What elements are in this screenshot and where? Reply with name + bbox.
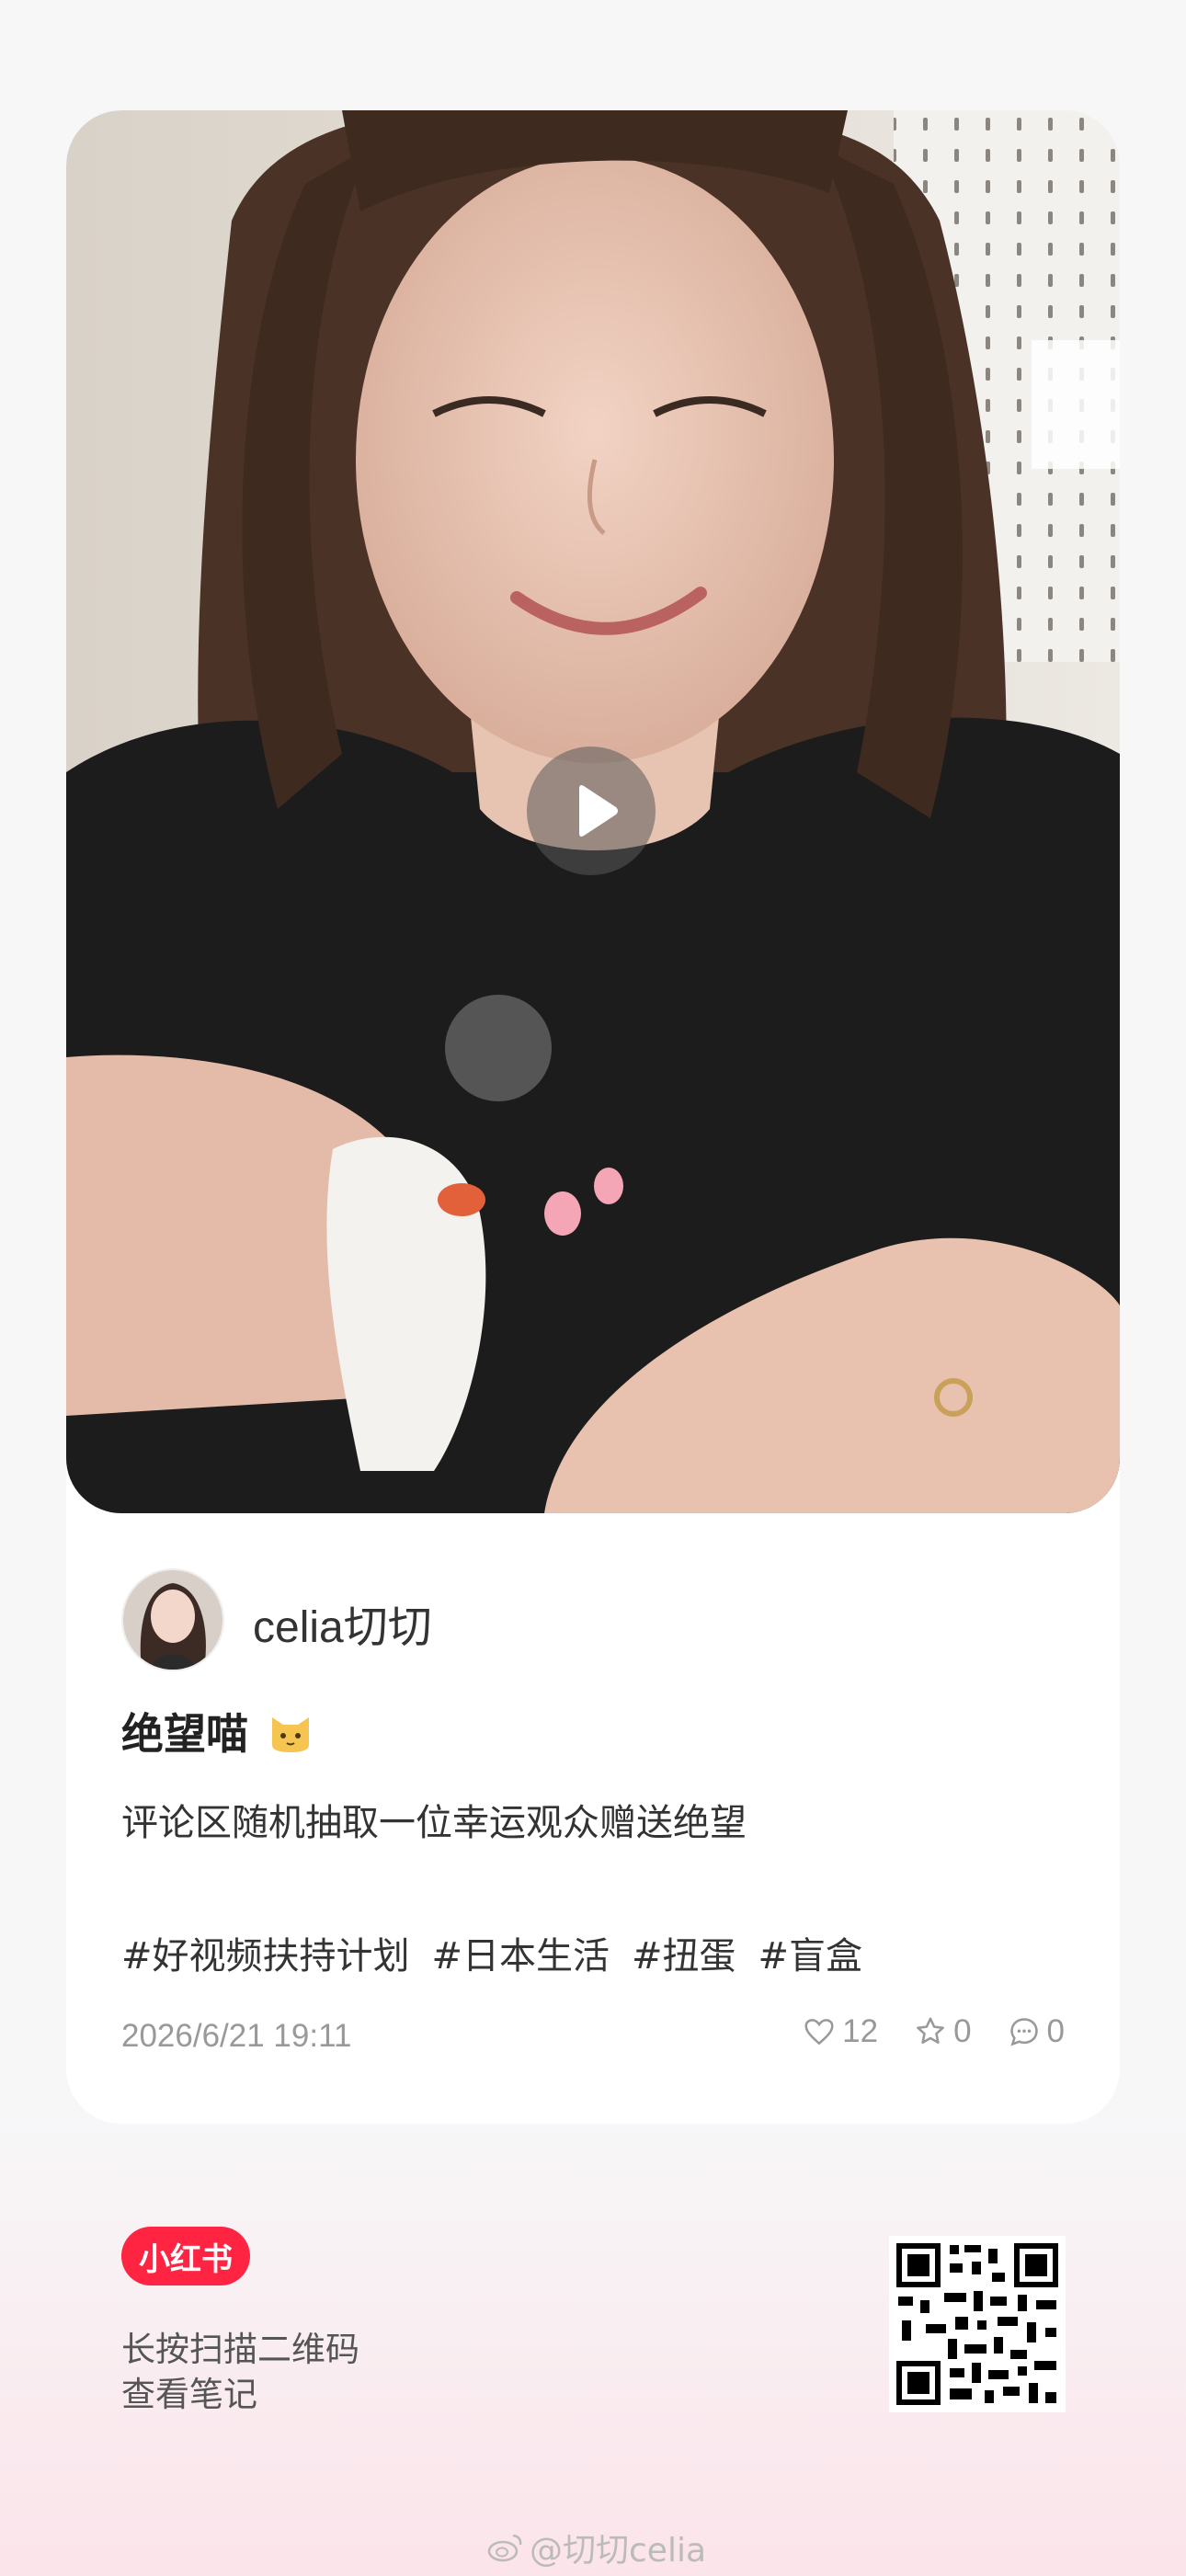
favorite-stat[interactable]: 0 [913,2013,972,2050]
comment-icon [1009,2018,1038,2046]
scan-hint-line1: 长按扫描二维码 [121,2330,359,2369]
play-icon[interactable] [527,747,656,875]
post-date: 2026/6/21 19:11 [121,2018,352,2054]
tag[interactable]: #盲盒 [758,1935,863,1978]
favorite-count: 0 [953,2013,972,2049]
cat-emoji-icon [267,1708,314,1766]
heart-icon [804,2019,834,2046]
scan-hint-line2: 查看笔记 [121,2375,257,2414]
weibo-icon [487,2534,522,2562]
post-title: 绝望喵 [121,1701,314,1766]
like-stat[interactable]: 12 [802,2013,878,2050]
watermark-text: @切切celia [530,2532,707,2570]
stats-bar: 12 0 0 [802,2013,1065,2050]
post-card: celia切切 绝望喵 评论区随机抽取一位幸运观众赠送绝望 #好视频扶持计划 #日… [66,110,1120,2124]
post-description: 评论区随机抽取一位幸运观众赠送绝望 [121,1802,747,1844]
app-logo: 小红书 [121,2227,250,2285]
comment-count: 0 [1046,2013,1065,2049]
tag-list: #好视频扶持计划 #日本生活 #扭蛋 #盲盒 [121,1926,884,1979]
star-icon [917,2017,944,2044]
comment-stat[interactable]: 0 [1007,2013,1065,2050]
video-thumbnail[interactable] [66,110,1120,1513]
author-row[interactable]: celia切切 [121,1568,1041,1671]
avatar[interactable] [121,1568,224,1671]
like-count: 12 [842,2013,879,2049]
tag[interactable]: #好视频扶持计划 [121,1935,410,1978]
tag[interactable]: #日本生活 [432,1935,610,1978]
qr-code[interactable] [889,2236,1066,2412]
post-title-text: 绝望喵 [121,1709,248,1759]
watermark: @切切celia [487,2524,706,2571]
tag[interactable]: #扭蛋 [632,1935,736,1978]
author-name[interactable]: celia切切 [253,1590,432,1655]
